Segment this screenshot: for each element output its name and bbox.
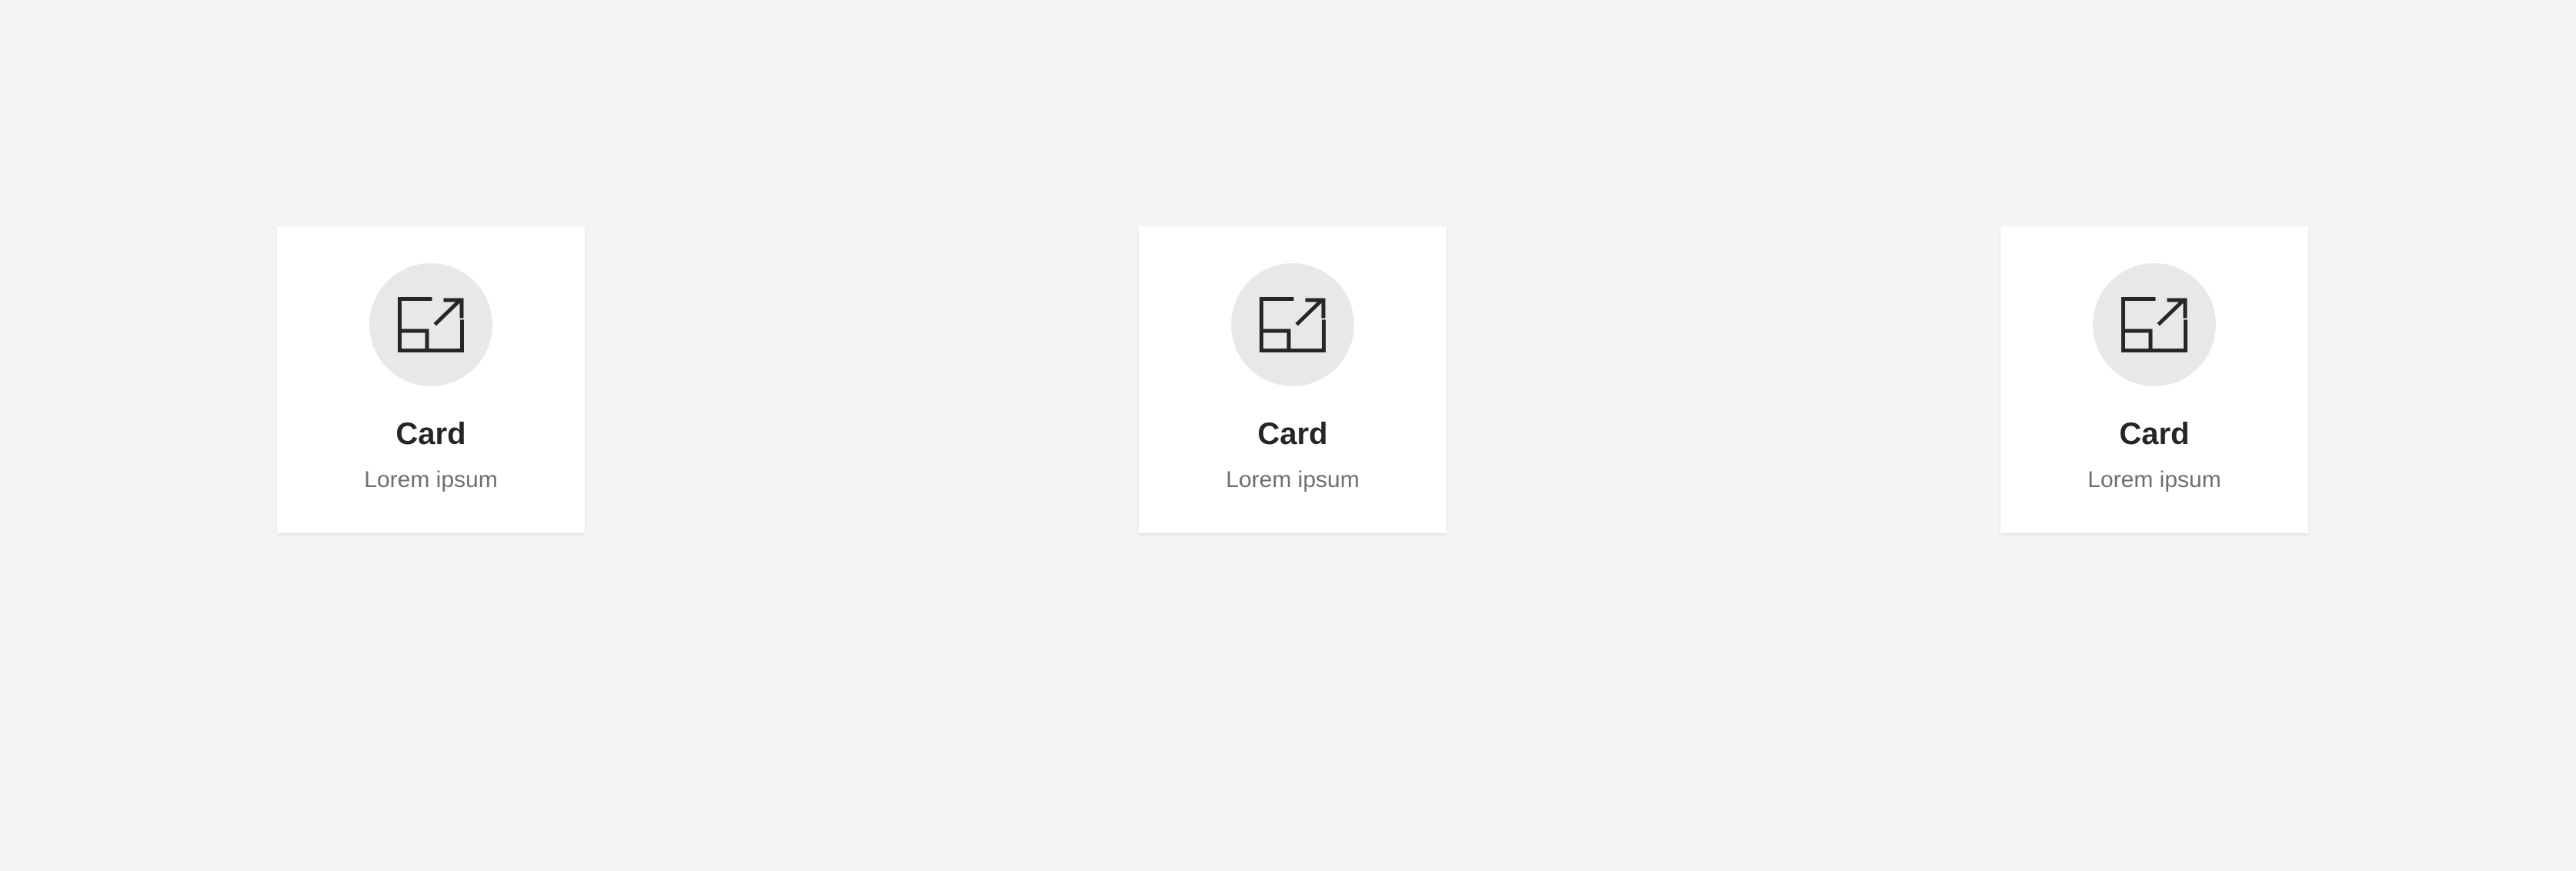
- card[interactable]: Card Lorem ipsum: [1139, 226, 1446, 533]
- card-description: Lorem ipsum: [2087, 467, 2221, 492]
- icon-container: [2093, 263, 2216, 386]
- icon-container: [1231, 263, 1354, 386]
- card-title: Card: [395, 417, 466, 451]
- card[interactable]: Card Lorem ipsum: [277, 226, 585, 533]
- card-title: Card: [1257, 417, 1328, 451]
- card[interactable]: Card Lorem ipsum: [2000, 226, 2308, 533]
- launch-icon: [2121, 297, 2187, 352]
- card-title: Card: [2119, 417, 2190, 451]
- card-description: Lorem ipsum: [364, 467, 498, 492]
- launch-icon: [1260, 297, 1326, 352]
- icon-container: [369, 263, 492, 386]
- card-description: Lorem ipsum: [1226, 467, 1360, 492]
- launch-icon: [398, 297, 464, 352]
